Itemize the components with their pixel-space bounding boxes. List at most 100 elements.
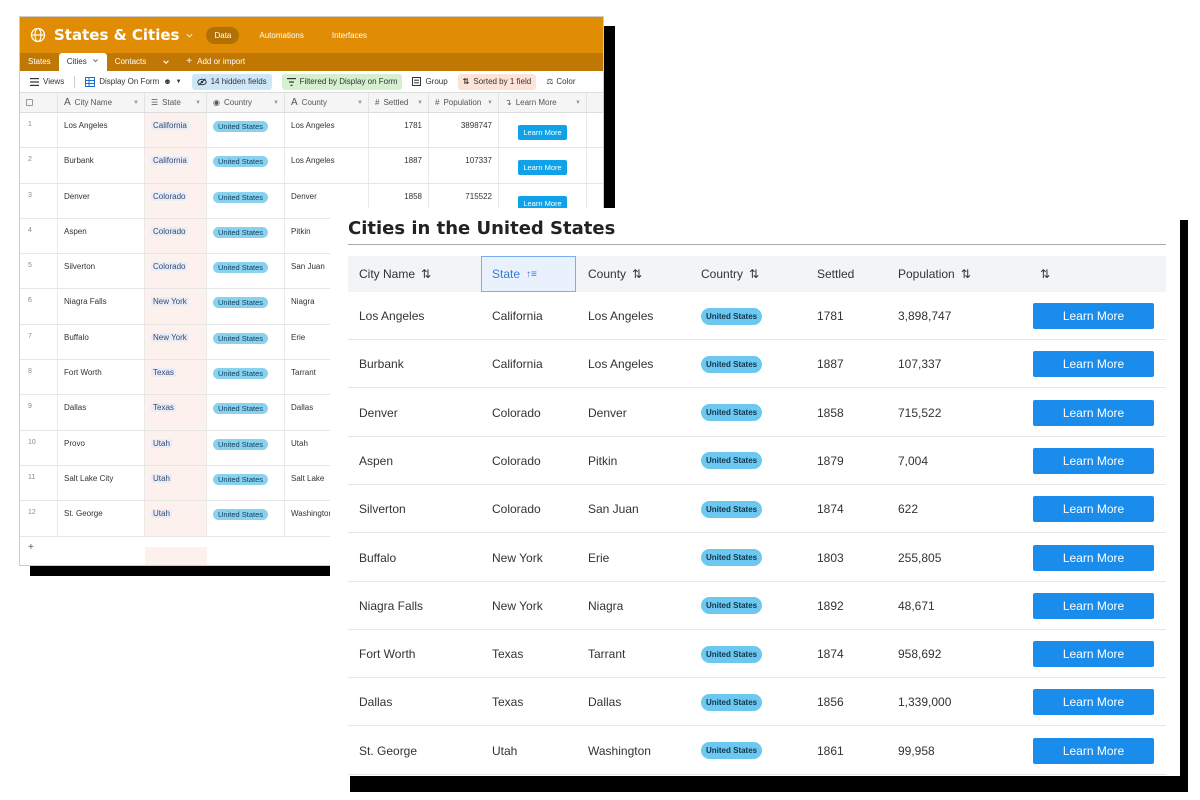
chevron-down-icon[interactable] [92, 53, 99, 71]
sort-icon[interactable]: ⇅ [632, 267, 642, 281]
table-row[interactable]: Dallas Texas Dallas 1856 1,339,000 United Sta… [348, 678, 1166, 727]
cell-city[interactable]: Aspen [58, 218, 145, 254]
cell-settled[interactable]: 1887 [369, 148, 429, 183]
learn-more-button[interactable]: Learn More [1033, 303, 1154, 329]
learn-more-button[interactable]: Learn More [1033, 351, 1154, 378]
cell-country[interactable]: United States [207, 113, 285, 148]
table-row[interactable]: St. George Utah Washington 1861 99,958 United… [348, 727, 1166, 775]
cell-state[interactable]: Texas [145, 395, 207, 430]
view-switcher[interactable]: Display On Form ☻ ▼ [85, 74, 182, 90]
cell-country[interactable]: United States [207, 395, 285, 430]
column-header-settled[interactable]: Settled [817, 256, 854, 292]
learn-more-button[interactable]: Learn More [1033, 544, 1154, 571]
cell-city[interactable]: Provo [58, 430, 145, 465]
table-row[interactable]: Burbank California Los Angeles 1887 107,337 U… [348, 340, 1166, 389]
column-header-state[interactable]: ☰ State ▼ [145, 93, 207, 112]
select-all-checkbox[interactable] [20, 93, 58, 112]
linked-record-chip[interactable]: Texas [151, 368, 176, 378]
linked-record-chip[interactable]: Utah [151, 473, 172, 483]
table-row[interactable]: Fort Worth Texas Tarrant 1874 958,692 United … [348, 630, 1166, 679]
cell-settled[interactable]: 1781 [369, 113, 429, 148]
linked-record-chip[interactable]: Utah [151, 509, 172, 519]
cell-population[interactable]: 107337 [429, 148, 499, 183]
sort-icon[interactable]: ⇅ [421, 267, 431, 281]
linked-record-chip[interactable]: New York [151, 297, 189, 307]
base-title[interactable]: States & Cities [54, 26, 179, 44]
column-header-action[interactable]: ⇅ [1040, 256, 1050, 292]
sort-icon[interactable]: ⇅ [1040, 267, 1050, 281]
cell-state[interactable]: Texas [145, 360, 207, 395]
cell-state[interactable]: California [145, 148, 207, 183]
column-header-city-name[interactable]: City Name ⇅ [359, 256, 431, 292]
cell-state[interactable]: Colorado [145, 254, 207, 289]
learn-more-button[interactable]: Learn More [518, 160, 567, 176]
cell-country[interactable]: United States [207, 360, 285, 395]
views-button[interactable]: Views [30, 74, 64, 90]
column-header-county[interactable]: A County ▼ [285, 93, 369, 112]
cell-city[interactable]: Buffalo [58, 324, 145, 360]
hidden-fields-button[interactable]: 14 hidden fields [191, 73, 272, 90]
cell-learn-more[interactable]: Learn More [499, 113, 587, 148]
cell-country[interactable]: United States [207, 254, 285, 289]
learn-more-button[interactable]: Learn More [1033, 447, 1154, 474]
cell-city[interactable]: Dallas [58, 395, 145, 430]
chevron-down-icon[interactable] [185, 31, 194, 40]
cell-state[interactable]: California [145, 113, 207, 148]
tab-cities[interactable]: Cities [58, 53, 107, 71]
table-row[interactable]: Los Angeles California Los Angeles 1781 3,89… [348, 292, 1166, 340]
sort-ascending-icon[interactable]: ↑≡ [526, 269, 537, 280]
learn-more-button[interactable]: Learn More [518, 125, 567, 140]
cell-city[interactable]: St. George [58, 501, 145, 536]
cell-country[interactable]: United States [207, 430, 285, 465]
tab-states[interactable]: States [20, 53, 59, 71]
cell-state[interactable]: Utah [145, 430, 207, 465]
cell-country[interactable]: United States [207, 465, 285, 501]
column-header-country[interactable]: ◉ Country ▼ [207, 93, 285, 112]
cell-country[interactable]: United States [207, 501, 285, 536]
cell-city[interactable]: Los Angeles [58, 113, 145, 148]
linked-record-chip[interactable]: Colorado [151, 262, 188, 272]
cell-state[interactable]: Utah [145, 465, 207, 501]
nav-data[interactable]: Data [206, 26, 240, 44]
linked-record-chip[interactable]: California [151, 121, 189, 130]
cell-country[interactable]: United States [207, 183, 285, 218]
add-import-button[interactable]: + Add or import [178, 53, 253, 71]
column-header-population[interactable]: Population ⇅ [898, 256, 971, 292]
linked-record-chip[interactable]: Texas [151, 403, 176, 413]
learn-more-button[interactable]: Learn More [1033, 592, 1154, 619]
cell-state[interactable]: New York [145, 289, 207, 324]
table-row[interactable]: Niagra Falls New York Niagra 1892 48,671 Unit… [348, 582, 1166, 630]
cell-learn-more[interactable]: Learn More [499, 148, 587, 183]
sort-icon[interactable]: ⇅ [961, 267, 971, 281]
cell-state[interactable]: Colorado [145, 218, 207, 254]
table-row[interactable]: Aspen Colorado Pitkin 1879 7,004 United State… [348, 437, 1166, 485]
cell-country[interactable]: United States [207, 289, 285, 324]
cell-city[interactable]: Niagra Falls [58, 289, 145, 324]
group-button[interactable]: Group [412, 74, 448, 90]
learn-more-button[interactable]: Learn More [1033, 641, 1154, 668]
linked-record-chip[interactable]: Colorado [151, 191, 188, 201]
nav-interfaces[interactable]: Interfaces [324, 27, 375, 44]
sort-button[interactable]: ⇅ Sorted by 1 field [457, 73, 537, 90]
learn-more-button[interactable]: Learn More [1033, 399, 1154, 426]
column-header-population[interactable]: # Population ▼ [429, 93, 499, 112]
cell-country[interactable]: United States [207, 324, 285, 360]
linked-record-chip[interactable]: New York [151, 332, 189, 342]
learn-more-button[interactable]: Learn More [1033, 737, 1154, 764]
sort-icon[interactable]: ⇅ [749, 267, 759, 281]
tab-contacts[interactable]: Contacts [107, 53, 155, 71]
cell-country[interactable]: United States [207, 148, 285, 183]
linked-record-chip[interactable]: California [151, 156, 189, 166]
color-button[interactable]: ⚖ Color [546, 74, 575, 90]
cell-population[interactable]: 3898747 [429, 113, 499, 148]
column-header-country[interactable]: Country ⇅ [701, 256, 759, 292]
filter-button[interactable]: Filtered by Display on Form [281, 73, 403, 90]
grid-row[interactable]: 1 Los Angeles California United States Los A… [20, 113, 603, 149]
cell-city[interactable]: Denver [58, 183, 145, 218]
column-header-learn-more[interactable]: ↴ Learn More ▼ [499, 93, 587, 112]
cell-county[interactable]: Los Angeles [285, 113, 369, 148]
cell-city[interactable]: Burbank [58, 148, 145, 183]
cell-country[interactable]: United States [207, 218, 285, 254]
column-header-county[interactable]: County ⇅ [588, 256, 642, 292]
tabs-more-button[interactable] [154, 53, 178, 71]
